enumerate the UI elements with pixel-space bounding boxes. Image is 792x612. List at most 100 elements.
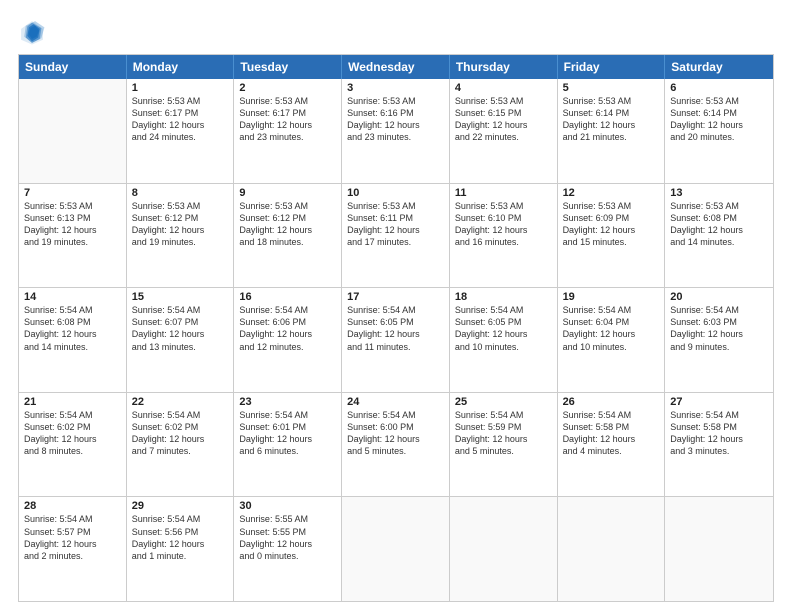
cell-line: Sunrise: 5:54 AM: [239, 409, 336, 421]
day-header-thursday: Thursday: [450, 55, 558, 79]
cell-line: and 16 minutes.: [455, 236, 552, 248]
cell-line: Sunset: 6:10 PM: [455, 212, 552, 224]
cell-line: and 22 minutes.: [455, 131, 552, 143]
cell-line: and 14 minutes.: [24, 341, 121, 353]
day-number: 28: [24, 500, 121, 512]
cell-line: Sunrise: 5:54 AM: [347, 304, 444, 316]
cell-line: Sunset: 5:58 PM: [563, 421, 660, 433]
cell-line: Sunset: 6:14 PM: [670, 107, 768, 119]
cell-line: Sunset: 6:16 PM: [347, 107, 444, 119]
cell-line: and 19 minutes.: [132, 236, 229, 248]
calendar-header: SundayMondayTuesdayWednesdayThursdayFrid…: [19, 55, 773, 79]
cell-line: Sunset: 6:17 PM: [132, 107, 229, 119]
day-cell-20: 20Sunrise: 5:54 AMSunset: 6:03 PMDayligh…: [665, 288, 773, 392]
cell-line: and 1 minute.: [132, 550, 229, 562]
cell-line: Sunset: 6:12 PM: [239, 212, 336, 224]
day-cell-14: 14Sunrise: 5:54 AMSunset: 6:08 PMDayligh…: [19, 288, 127, 392]
cell-line: Sunset: 5:56 PM: [132, 526, 229, 538]
cell-line: Sunrise: 5:54 AM: [132, 513, 229, 525]
cell-line: and 24 minutes.: [132, 131, 229, 143]
cell-line: Daylight: 12 hours: [347, 328, 444, 340]
cell-line: Sunrise: 5:54 AM: [24, 304, 121, 316]
day-cell-2: 2Sunrise: 5:53 AMSunset: 6:17 PMDaylight…: [234, 79, 342, 183]
cell-line: Sunrise: 5:54 AM: [563, 304, 660, 316]
cell-line: and 11 minutes.: [347, 341, 444, 353]
cell-line: and 0 minutes.: [239, 550, 336, 562]
cell-line: Sunrise: 5:53 AM: [455, 95, 552, 107]
cell-line: Sunset: 5:59 PM: [455, 421, 552, 433]
cell-line: and 15 minutes.: [563, 236, 660, 248]
cell-line: Sunset: 6:01 PM: [239, 421, 336, 433]
day-number: 20: [670, 291, 768, 303]
empty-cell-4-4: [450, 497, 558, 601]
day-cell-17: 17Sunrise: 5:54 AMSunset: 6:05 PMDayligh…: [342, 288, 450, 392]
cell-line: Daylight: 12 hours: [24, 224, 121, 236]
cell-line: and 4 minutes.: [563, 445, 660, 457]
cell-line: Daylight: 12 hours: [455, 224, 552, 236]
day-number: 12: [563, 187, 660, 199]
day-number: 6: [670, 82, 768, 94]
day-cell-10: 10Sunrise: 5:53 AMSunset: 6:11 PMDayligh…: [342, 184, 450, 288]
cell-line: Sunset: 6:02 PM: [132, 421, 229, 433]
cell-line: Sunset: 6:07 PM: [132, 316, 229, 328]
cell-line: and 7 minutes.: [132, 445, 229, 457]
day-number: 18: [455, 291, 552, 303]
cell-line: and 19 minutes.: [24, 236, 121, 248]
empty-cell-0-0: [19, 79, 127, 183]
calendar-row-3: 14Sunrise: 5:54 AMSunset: 6:08 PMDayligh…: [19, 287, 773, 392]
cell-line: Sunset: 6:05 PM: [347, 316, 444, 328]
cell-line: Sunrise: 5:55 AM: [239, 513, 336, 525]
day-cell-28: 28Sunrise: 5:54 AMSunset: 5:57 PMDayligh…: [19, 497, 127, 601]
day-cell-30: 30Sunrise: 5:55 AMSunset: 5:55 PMDayligh…: [234, 497, 342, 601]
cell-line: Daylight: 12 hours: [670, 224, 768, 236]
cell-line: Daylight: 12 hours: [24, 433, 121, 445]
cell-line: Sunrise: 5:53 AM: [24, 200, 121, 212]
day-cell-8: 8Sunrise: 5:53 AMSunset: 6:12 PMDaylight…: [127, 184, 235, 288]
day-number: 4: [455, 82, 552, 94]
cell-line: Sunrise: 5:54 AM: [455, 304, 552, 316]
cell-line: and 8 minutes.: [24, 445, 121, 457]
day-header-friday: Friday: [558, 55, 666, 79]
cell-line: Daylight: 12 hours: [239, 328, 336, 340]
cell-line: Sunset: 6:08 PM: [24, 316, 121, 328]
day-number: 2: [239, 82, 336, 94]
day-header-sunday: Sunday: [19, 55, 127, 79]
day-header-saturday: Saturday: [665, 55, 773, 79]
day-cell-7: 7Sunrise: 5:53 AMSunset: 6:13 PMDaylight…: [19, 184, 127, 288]
day-number: 7: [24, 187, 121, 199]
day-cell-3: 3Sunrise: 5:53 AMSunset: 6:16 PMDaylight…: [342, 79, 450, 183]
cell-line: Sunset: 6:12 PM: [132, 212, 229, 224]
day-number: 10: [347, 187, 444, 199]
cell-line: Daylight: 12 hours: [670, 433, 768, 445]
cell-line: Sunrise: 5:53 AM: [670, 200, 768, 212]
day-number: 21: [24, 396, 121, 408]
cell-line: and 10 minutes.: [563, 341, 660, 353]
cell-line: Sunrise: 5:53 AM: [239, 200, 336, 212]
cell-line: Daylight: 12 hours: [455, 328, 552, 340]
day-cell-1: 1Sunrise: 5:53 AMSunset: 6:17 PMDaylight…: [127, 79, 235, 183]
cell-line: and 9 minutes.: [670, 341, 768, 353]
logo-icon: [18, 18, 46, 46]
cell-line: Sunset: 6:06 PM: [239, 316, 336, 328]
day-cell-27: 27Sunrise: 5:54 AMSunset: 5:58 PMDayligh…: [665, 393, 773, 497]
cell-line: Daylight: 12 hours: [670, 328, 768, 340]
cell-line: Sunrise: 5:53 AM: [132, 95, 229, 107]
day-number: 15: [132, 291, 229, 303]
cell-line: Sunset: 6:14 PM: [563, 107, 660, 119]
cell-line: Daylight: 12 hours: [132, 119, 229, 131]
cell-line: Sunset: 6:09 PM: [563, 212, 660, 224]
cell-line: and 12 minutes.: [239, 341, 336, 353]
cell-line: Daylight: 12 hours: [563, 224, 660, 236]
cell-line: Daylight: 12 hours: [132, 433, 229, 445]
day-cell-13: 13Sunrise: 5:53 AMSunset: 6:08 PMDayligh…: [665, 184, 773, 288]
day-number: 16: [239, 291, 336, 303]
empty-cell-4-6: [665, 497, 773, 601]
cell-line: and 3 minutes.: [670, 445, 768, 457]
empty-cell-4-5: [558, 497, 666, 601]
day-number: 14: [24, 291, 121, 303]
day-number: 25: [455, 396, 552, 408]
day-number: 27: [670, 396, 768, 408]
cell-line: Sunrise: 5:54 AM: [347, 409, 444, 421]
day-number: 9: [239, 187, 336, 199]
cell-line: Sunrise: 5:54 AM: [563, 409, 660, 421]
